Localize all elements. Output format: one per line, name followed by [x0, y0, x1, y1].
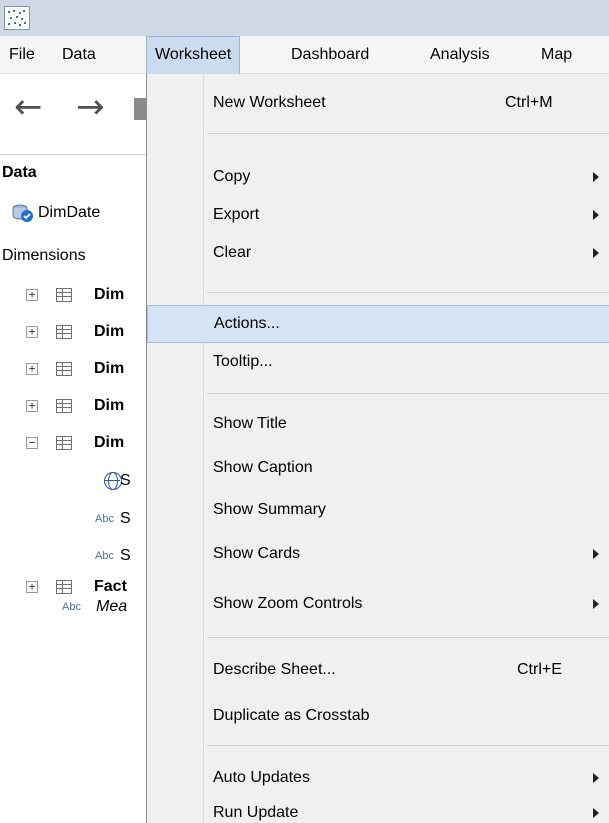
abc-type-icon: Abc — [95, 549, 114, 562]
menu-item-copy[interactable]: Copy — [147, 158, 609, 196]
menu-item-show-title[interactable]: Show Title — [147, 405, 609, 443]
menu-item-show-zoom-controls[interactable]: Show Zoom Controls — [147, 585, 609, 623]
tree-label: Dim — [94, 285, 125, 303]
menu-item-label: Auto Updates — [213, 769, 310, 786]
divider — [0, 154, 148, 155]
menu-item-describe-sheet[interactable]: Describe Sheet... Ctrl+E — [147, 651, 609, 689]
menu-item-label: Show Zoom Controls — [213, 595, 363, 612]
expand-icon[interactable]: + — [26, 288, 38, 301]
menu-item-label: Duplicate as Crosstab — [213, 707, 370, 724]
menu-item-duplicate-as-crosstab[interactable]: Duplicate as Crosstab — [147, 697, 609, 735]
menu-item-new-worksheet[interactable]: New Worksheet Ctrl+M — [147, 84, 609, 122]
measure-names-label: Mea — [96, 597, 128, 615]
menu-map[interactable]: Map — [533, 36, 580, 74]
menu-item-tooltip[interactable]: Tooltip... — [147, 343, 609, 381]
abc-type-icon: Abc — [62, 600, 81, 613]
abc-type-icon: Abc — [95, 512, 114, 525]
datasource-name: DimDate — [38, 204, 101, 221]
table-icon — [56, 435, 72, 450]
menu-separator — [207, 637, 609, 638]
menu-item-label: Run Update — [213, 804, 299, 821]
tree-row-dim-4[interactable]: + Dim — [0, 387, 148, 424]
field-label: S — [120, 546, 131, 564]
worksheet-dropdown-menu: New Worksheet Ctrl+M Copy Export Clear A… — [146, 74, 609, 823]
submenu-arrow-icon — [593, 773, 599, 783]
arrow-left-icon[interactable]: ← — [14, 90, 43, 124]
tree-row-dim-5[interactable]: − Dim — [0, 424, 148, 461]
menu-item-show-caption[interactable]: Show Caption — [147, 449, 609, 487]
submenu-arrow-icon — [593, 549, 599, 559]
expand-icon[interactable]: + — [26, 362, 38, 375]
tree-label: Dim — [94, 433, 125, 451]
menu-analysis[interactable]: Analysis — [422, 36, 498, 74]
menu-item-label: Show Cards — [213, 545, 301, 562]
submenu-arrow-icon — [593, 599, 599, 609]
menu-separator — [207, 292, 609, 293]
menu-separator — [207, 133, 609, 134]
menu-separator — [207, 745, 609, 746]
menu-item-label: Show Summary — [213, 501, 326, 518]
data-pane-header: Data — [2, 164, 37, 181]
table-icon — [56, 361, 72, 376]
tree-label: Dim — [94, 396, 125, 414]
menu-item-label: Describe Sheet... — [213, 661, 336, 678]
datasource-item[interactable]: DimDate — [0, 190, 148, 236]
table-icon — [56, 287, 72, 302]
submenu-arrow-icon — [593, 172, 599, 182]
shortcut-label: Ctrl+E — [517, 661, 562, 678]
measure-names-row[interactable]: Abc Mea — [0, 588, 148, 625]
datasource-icon — [12, 203, 34, 223]
title-bar — [0, 0, 609, 36]
menu-item-export[interactable]: Export — [147, 196, 609, 234]
submenu-arrow-icon — [593, 248, 599, 258]
menu-item-actions[interactable]: Actions... — [147, 305, 609, 343]
expand-icon[interactable]: + — [26, 399, 38, 412]
tableau-app-icon — [4, 6, 30, 30]
menu-item-auto-updates[interactable]: Auto Updates — [147, 759, 609, 797]
tree-label: Dim — [94, 359, 125, 377]
toolbar: ← → — [0, 74, 148, 156]
menu-file[interactable]: File — [1, 36, 43, 74]
tree-row-dim-1[interactable]: + Dim — [0, 276, 148, 313]
table-icon — [56, 324, 72, 339]
menu-item-show-summary[interactable]: Show Summary — [147, 491, 609, 529]
menu-data[interactable]: Data — [54, 36, 104, 74]
field-label: S — [120, 471, 131, 489]
menu-item-label: Copy — [213, 168, 251, 185]
menu-dashboard[interactable]: Dashboard — [283, 36, 377, 74]
field-row-string-1[interactable]: Abc S — [0, 500, 148, 537]
tree-row-dim-3[interactable]: + Dim — [0, 350, 148, 387]
collapse-icon[interactable]: − — [26, 436, 38, 449]
tree-row-dim-2[interactable]: + Dim — [0, 313, 148, 350]
submenu-arrow-icon — [593, 210, 599, 220]
expand-icon[interactable]: + — [26, 325, 38, 338]
menu-item-run-update[interactable]: Run Update — [147, 794, 609, 823]
arrow-right-icon[interactable]: → — [76, 90, 105, 124]
menu-item-label: Export — [213, 206, 260, 223]
field-label: S — [120, 509, 131, 527]
shortcut-label: Ctrl+M — [505, 94, 553, 111]
menu-item-label: Show Title — [213, 415, 287, 432]
field-row-geo[interactable]: S — [0, 462, 148, 499]
dimensions-header: Dimensions — [2, 247, 86, 264]
menu-item-label: Tooltip... — [213, 353, 273, 370]
menu-item-label: Actions... — [214, 315, 280, 332]
table-icon — [56, 398, 72, 413]
menu-item-show-cards[interactable]: Show Cards — [147, 535, 609, 573]
menu-item-label: Clear — [213, 244, 252, 261]
menu-item-clear[interactable]: Clear — [147, 234, 609, 272]
menu-item-label: Show Caption — [213, 459, 313, 476]
menu-bar: File Data Worksheet Dashboard Analysis M… — [0, 36, 609, 74]
menu-worksheet[interactable]: Worksheet — [146, 36, 241, 74]
menu-item-label: New Worksheet — [213, 94, 326, 111]
tree-label: Dim — [94, 322, 125, 340]
menu-separator — [207, 393, 609, 394]
submenu-arrow-icon — [593, 808, 599, 818]
